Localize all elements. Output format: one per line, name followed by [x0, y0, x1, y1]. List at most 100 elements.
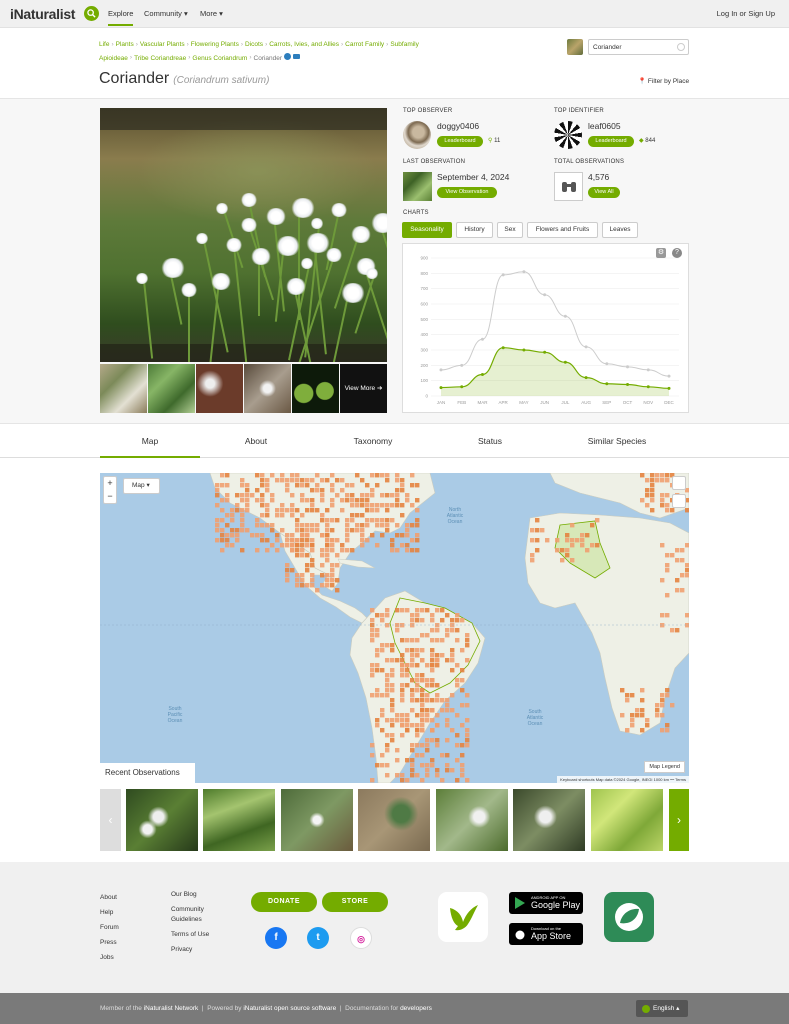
zoom-in-button[interactable]: + [104, 477, 116, 490]
inaturalist-logo[interactable]: iNaturalist [10, 6, 75, 22]
fullscreen-icon[interactable] [672, 494, 686, 508]
tab-taxonomy[interactable]: Taxonomy [323, 425, 423, 458]
photo-thumbnail[interactable] [148, 364, 195, 413]
breadcrumb-link[interactable]: Genus Coriandrum [192, 54, 247, 61]
nav-more[interactable]: More ▾ [200, 9, 223, 18]
tab-status[interactable]: Status [440, 425, 540, 458]
observation-cell [400, 733, 405, 738]
twitter-icon[interactable]: t [307, 927, 329, 949]
chart-tab-leaves[interactable]: Leaves [602, 222, 638, 238]
tab-similar-species[interactable]: Similar Species [567, 425, 667, 458]
info-icon[interactable] [284, 53, 292, 61]
top-identifier-avatar[interactable] [554, 121, 582, 149]
view-more-button[interactable]: View More ➔ [340, 364, 387, 413]
footer-link-about[interactable]: About [100, 890, 119, 905]
top-identifier-leaderboard-button[interactable]: Leaderboard [588, 136, 634, 147]
footer-link-help[interactable]: Help [100, 905, 119, 920]
map-type-dropdown[interactable]: Map ▾ [123, 478, 160, 494]
view-observation-button[interactable]: View Observation [437, 187, 497, 198]
taxon-search-input[interactable] [588, 39, 689, 55]
view-all-button[interactable]: View All [588, 187, 620, 198]
footer-link-jobs[interactable]: Jobs [100, 950, 119, 965]
top-observer-name[interactable]: doggy0406 [437, 121, 479, 131]
recent-observation-thumbnail[interactable] [436, 789, 508, 851]
gear-icon[interactable]: ⚙ [656, 248, 666, 258]
footer-link-terms[interactable]: Terms of Use [171, 930, 231, 940]
inaturalist-app-icon[interactable] [438, 892, 488, 942]
tab-about[interactable]: About [206, 425, 306, 458]
observation-cell [390, 643, 395, 648]
facebook-icon[interactable]: f [265, 927, 287, 949]
help-icon[interactable]: ? [672, 248, 682, 258]
chart-tab-seasonality[interactable]: Seasonality [402, 222, 452, 238]
chart-tab-flowers-fruits[interactable]: Flowers and Fruits [527, 222, 598, 238]
language-selector[interactable]: English ▴ [636, 1000, 688, 1017]
footer-link-privacy[interactable]: Privacy [171, 945, 231, 955]
top-observer-avatar[interactable] [403, 121, 431, 149]
app-store-badge[interactable]: Download on the App Store [509, 923, 583, 945]
observation-cell [335, 518, 340, 523]
taxon-search[interactable] [567, 39, 689, 55]
recent-observation-thumbnail[interactable] [513, 789, 585, 851]
main-photo[interactable] [100, 108, 387, 362]
data-point [584, 376, 588, 380]
photo-thumbnail[interactable] [196, 364, 243, 413]
nav-community[interactable]: Community ▾ [144, 9, 188, 18]
recent-observation-thumbnail[interactable] [358, 789, 430, 851]
map-legend-button[interactable]: Map Legend [644, 761, 685, 773]
breadcrumb-link[interactable]: Flowering Plants [191, 41, 239, 48]
breadcrumb-link[interactable]: Carrot Family [345, 41, 384, 48]
photo-thumbnail[interactable] [100, 364, 147, 413]
breadcrumb-link[interactable]: Life [99, 41, 109, 48]
store-button[interactable]: STORE [322, 892, 388, 912]
developers-link[interactable]: developers [400, 1005, 432, 1012]
google-play-badge[interactable]: ANDROID APP ON Google Play [509, 892, 583, 914]
clear-icon[interactable] [677, 43, 685, 51]
breadcrumb-link[interactable]: Carrots, Ivies, and Allies [269, 41, 339, 48]
footer-link-forum[interactable]: Forum [100, 920, 119, 935]
footer-link-guidelines[interactable]: Community Guidelines [171, 905, 231, 925]
observation-cell [540, 528, 545, 533]
breadcrumb-link[interactable]: Tribe Coriandreae [134, 54, 186, 61]
observation-cell [405, 723, 410, 728]
breadcrumb-link[interactable]: Plants [116, 41, 134, 48]
footer-link-blog[interactable]: Our Blog [171, 890, 231, 900]
tab-map[interactable]: Map [100, 425, 200, 458]
observation-cell [325, 558, 330, 563]
network-link[interactable]: iNaturalist Network [144, 1005, 199, 1012]
recent-observation-thumbnail[interactable] [126, 789, 198, 851]
layers-icon[interactable] [672, 476, 686, 490]
nav-explore[interactable]: Explore [108, 9, 134, 26]
observation-cell [285, 568, 290, 573]
link-icon[interactable] [293, 54, 301, 60]
carousel-next-button[interactable]: › [669, 789, 689, 851]
observation-map[interactable]: North Atlantic Ocean South Atlantic Ocean Sout… [100, 473, 689, 783]
map-canvas[interactable]: NorthAtlanticOceanSouthAtlanticOceanSout… [100, 473, 689, 783]
recent-observation-thumbnail[interactable] [281, 789, 353, 851]
breadcrumb-link[interactable]: Vascular Plants [140, 41, 185, 48]
top-identifier-name[interactable]: leaf0605 [588, 121, 621, 131]
recent-observation-thumbnail[interactable] [591, 789, 663, 851]
zoom-out-button[interactable]: − [104, 490, 116, 503]
filter-by-place-button[interactable]: 📍 Filter by Place [638, 77, 689, 85]
breadcrumb-link[interactable]: Dicots [245, 41, 263, 48]
instagram-icon[interactable]: ◎ [350, 927, 372, 949]
recent-observation-thumbnail[interactable] [203, 789, 275, 851]
search-icon[interactable] [84, 6, 99, 21]
observation-cell [400, 653, 405, 658]
donate-button[interactable]: DONATE [251, 892, 317, 912]
software-link[interactable]: iNaturalist open source software [243, 1005, 336, 1012]
top-observer-leaderboard-button[interactable]: Leaderboard [437, 136, 483, 147]
photo-thumbnail[interactable] [292, 364, 339, 413]
carousel-prev-button[interactable]: ‹ [100, 789, 121, 851]
chart-tab-history[interactable]: History [456, 222, 493, 238]
login-signup-link[interactable]: Log In or Sign Up [717, 9, 775, 18]
chart-tab-sex[interactable]: Sex [497, 222, 523, 238]
seek-app-icon[interactable] [604, 892, 654, 942]
footer-link-press[interactable]: Press [100, 935, 119, 950]
last-observation-thumbnail[interactable] [403, 172, 432, 201]
photo-thumbnail[interactable] [244, 364, 291, 413]
observation-cell [330, 583, 335, 588]
observation-cell [235, 538, 240, 543]
observation-cell [410, 473, 415, 478]
